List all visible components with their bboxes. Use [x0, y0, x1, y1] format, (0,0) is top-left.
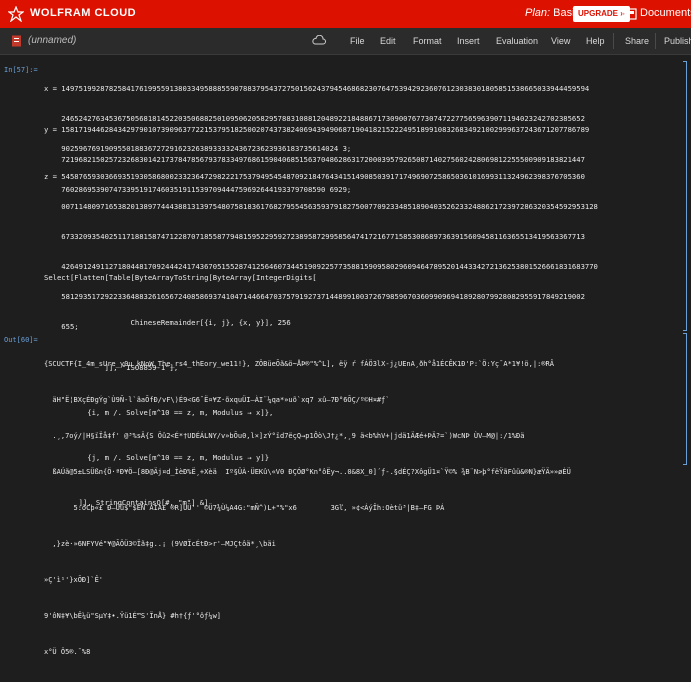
output-line: äH"Ë¦BXçÉÐgÝg`Ù9Ñ-l`ãaÕfÐ/vF\)É9<G6¯Ë¤¥Z… — [44, 396, 390, 404]
menu-format[interactable]: Format — [413, 36, 442, 46]
cloud-save-icon[interactable] — [312, 35, 326, 46]
menu-separator — [655, 33, 656, 49]
menu-publish[interactable]: Publish — [664, 36, 691, 46]
input-cell-bracket[interactable] — [683, 61, 687, 331]
wolfram-logo-icon — [8, 6, 24, 22]
menu-view[interactable]: View — [551, 36, 570, 46]
code-line: x = 149751992878258417619955913803349588… — [44, 84, 590, 93]
notebook-icon — [12, 35, 21, 47]
output-line: ,}zè·»6NFYVé"¥@ÃÖÜ3©Ïã‡g..¡ (9VØÏcÉtÐ>r'… — [44, 540, 276, 548]
code-line: 0071148097165382013897744438813139754807… — [44, 202, 598, 211]
output-line: .¸,7oý/|H§ïÏå‡f' @³%sÄ{S Öû2<É*†UDÉÁLNY/… — [44, 432, 525, 440]
output-line: 5:ôCþ«£ Ð—Ùû$"$ÊÑ`ÄÌÁ£ ®R]ÜÜ'' ©Ü7¾Ù¼A4G… — [44, 504, 445, 512]
code-line: z = 545876593036693519305868002332364729… — [44, 172, 585, 181]
code-line: y = 158171944628434297901073909637722153… — [44, 125, 590, 134]
input-label: In[57]:= — [4, 66, 38, 74]
output-line: {SCUCTF{I_4m_sUre_y0u_kNoW_The_rs4_thEor… — [44, 360, 554, 368]
output-line: 9'ôN‡¥\bÊ¼ü"SµY‡•.Ÿü1É™S'ÏnÅ} #h†{ƒ'°ôƒ¼… — [44, 612, 222, 620]
menu-evaluation[interactable]: Evaluation — [496, 36, 538, 46]
code-line: Select[Flatten[Table[ByteArrayToString[B… — [44, 273, 317, 282]
notebook-title[interactable]: (unnamed) — [28, 35, 76, 46]
menu-insert[interactable]: Insert — [457, 36, 480, 46]
output-line: x°Ü Ö5®.¯%8 — [44, 648, 91, 656]
notebook-content: In[57]:= x = 149751992878258417619955913… — [0, 55, 691, 656]
output-result[interactable]: {SCUCTF{I_4m_sUre_y0u_kNoW_The_rs4_thEor… — [44, 334, 571, 682]
menu-help[interactable]: Help — [586, 36, 605, 46]
menu-bar: (unnamed) File Edit Format Insert Evalua… — [0, 28, 691, 55]
folder-icon[interactable] — [622, 7, 637, 20]
output-label: Out[60]= — [4, 336, 38, 344]
output-line: ßAÚã@5±LSÜßn{Ö·ªÐ¥Ö—[8Ð@Äj¤d_ÌèÐ%Ë¸+Xèä … — [44, 468, 571, 476]
plan-label: Plan: — [525, 7, 551, 19]
brand-title: WOLFRAM CLOUD — [30, 7, 137, 19]
menu-edit[interactable]: Edit — [380, 36, 396, 46]
menu-file[interactable]: File — [350, 36, 365, 46]
top-bar: WOLFRAM CLOUD Plan: Basic UPGRADE » Docu… — [0, 0, 691, 28]
output-cell-bracket[interactable] — [683, 333, 687, 465]
output-line: »Ç'ì¹'}xÕÐ]`Ê' — [44, 576, 104, 584]
menu-share[interactable]: Share — [625, 36, 649, 46]
menu-separator — [613, 33, 614, 49]
plan-info: Plan: Basic — [525, 7, 580, 19]
documents-link[interactable]: Documents — [640, 7, 691, 19]
code-line: ChineseRemainder[{i, j}, {x, y}], 256 — [44, 318, 291, 327]
